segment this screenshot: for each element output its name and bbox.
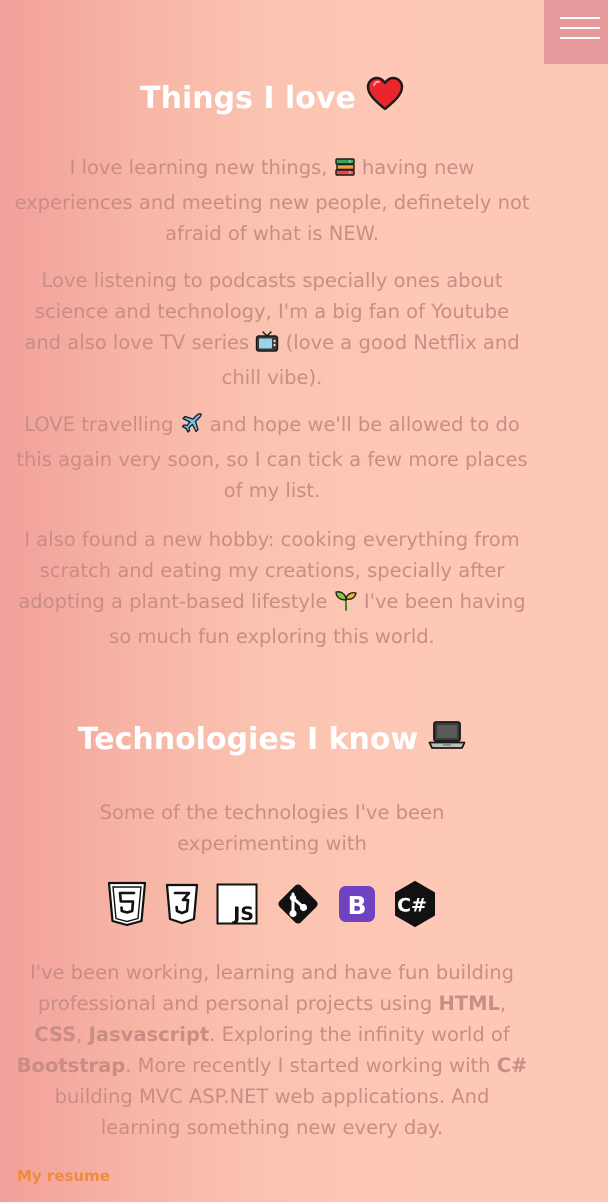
books-icon xyxy=(334,156,356,187)
html-highlight: HTML xyxy=(438,992,500,1015)
menu-button[interactable] xyxy=(544,0,608,64)
css3-icon xyxy=(164,883,200,929)
javascript-highlight: Jasvascript xyxy=(88,1023,210,1046)
svg-text:C#: C# xyxy=(397,895,427,917)
things-i-love-title: Things I love xyxy=(140,81,356,116)
love-paragraph-learning: I love learning new things, having new e… xyxy=(14,156,530,245)
love-paragraph-cooking: I also found a new hobby: cooking everyt… xyxy=(18,528,526,648)
svg-text:JS: JS xyxy=(231,903,254,925)
things-i-love-heading: Things I love xyxy=(0,76,544,123)
technologies-intro: Some of the technologies I've been exper… xyxy=(99,801,445,855)
css-highlight: CSS xyxy=(34,1023,77,1046)
technology-icons: JS B C# xyxy=(0,880,544,932)
html5-icon xyxy=(106,881,148,931)
svg-text:B: B xyxy=(347,891,366,920)
laptop-icon xyxy=(428,720,466,761)
bootstrap-icon: B xyxy=(338,885,376,927)
csharp-highlight: C# xyxy=(496,1054,528,1077)
heart-icon xyxy=(366,76,404,123)
my-resume-link[interactable]: My resume xyxy=(17,1164,110,1188)
airplane-icon xyxy=(180,411,204,444)
git-icon xyxy=(274,880,322,932)
love-paragraph-travelling: LOVE travelling and hope we'll be allowe… xyxy=(16,411,528,502)
csharp-icon: C# xyxy=(392,880,438,932)
bootstrap-highlight: Bootstrap xyxy=(16,1054,126,1077)
seedling-icon xyxy=(334,588,358,621)
javascript-icon: JS xyxy=(216,883,258,929)
technologies-title: Technologies I know xyxy=(77,722,419,757)
technologies-description: I've been working, learning and have fun… xyxy=(16,961,528,1139)
technologies-heading: Technologies I know xyxy=(0,720,544,761)
love-paragraph-podcasts: Love listening to podcasts specially one… xyxy=(24,269,520,389)
tv-icon xyxy=(255,331,279,362)
